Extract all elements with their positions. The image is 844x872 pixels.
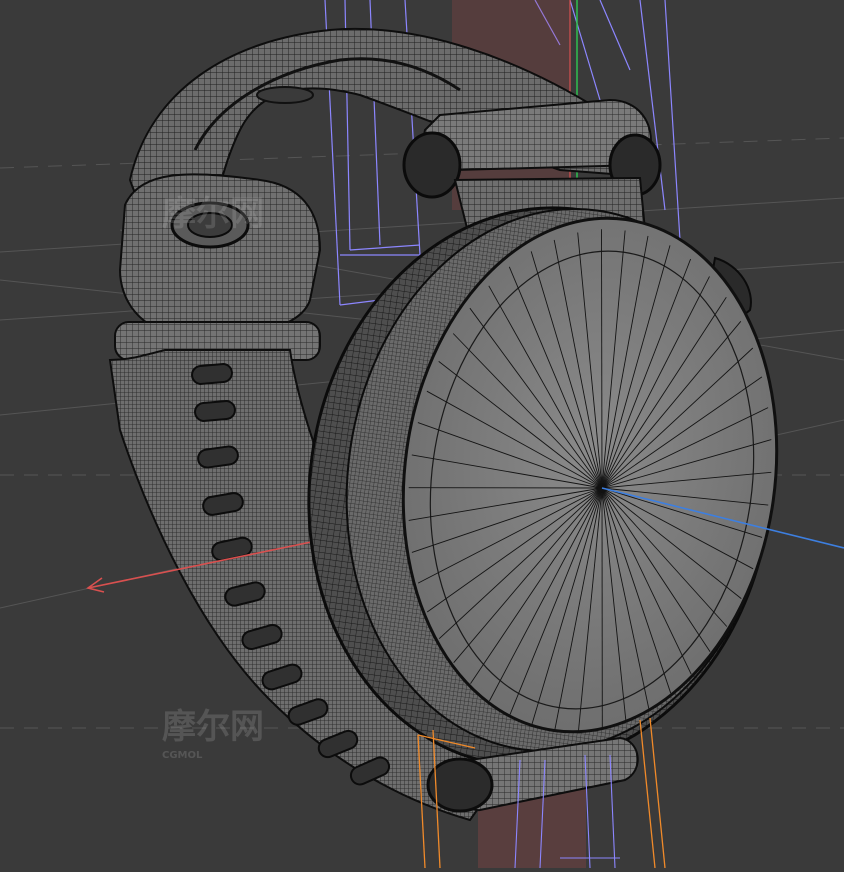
watermark-cn-2: 摩尔网 xyxy=(162,707,264,747)
watermark-en: CGMOL xyxy=(162,750,203,761)
face-spoke xyxy=(602,229,603,488)
3d-viewport[interactable]: 摩尔网 摩尔网 CGMOL xyxy=(0,0,844,868)
watermark-cn: 摩尔网 xyxy=(162,194,264,234)
